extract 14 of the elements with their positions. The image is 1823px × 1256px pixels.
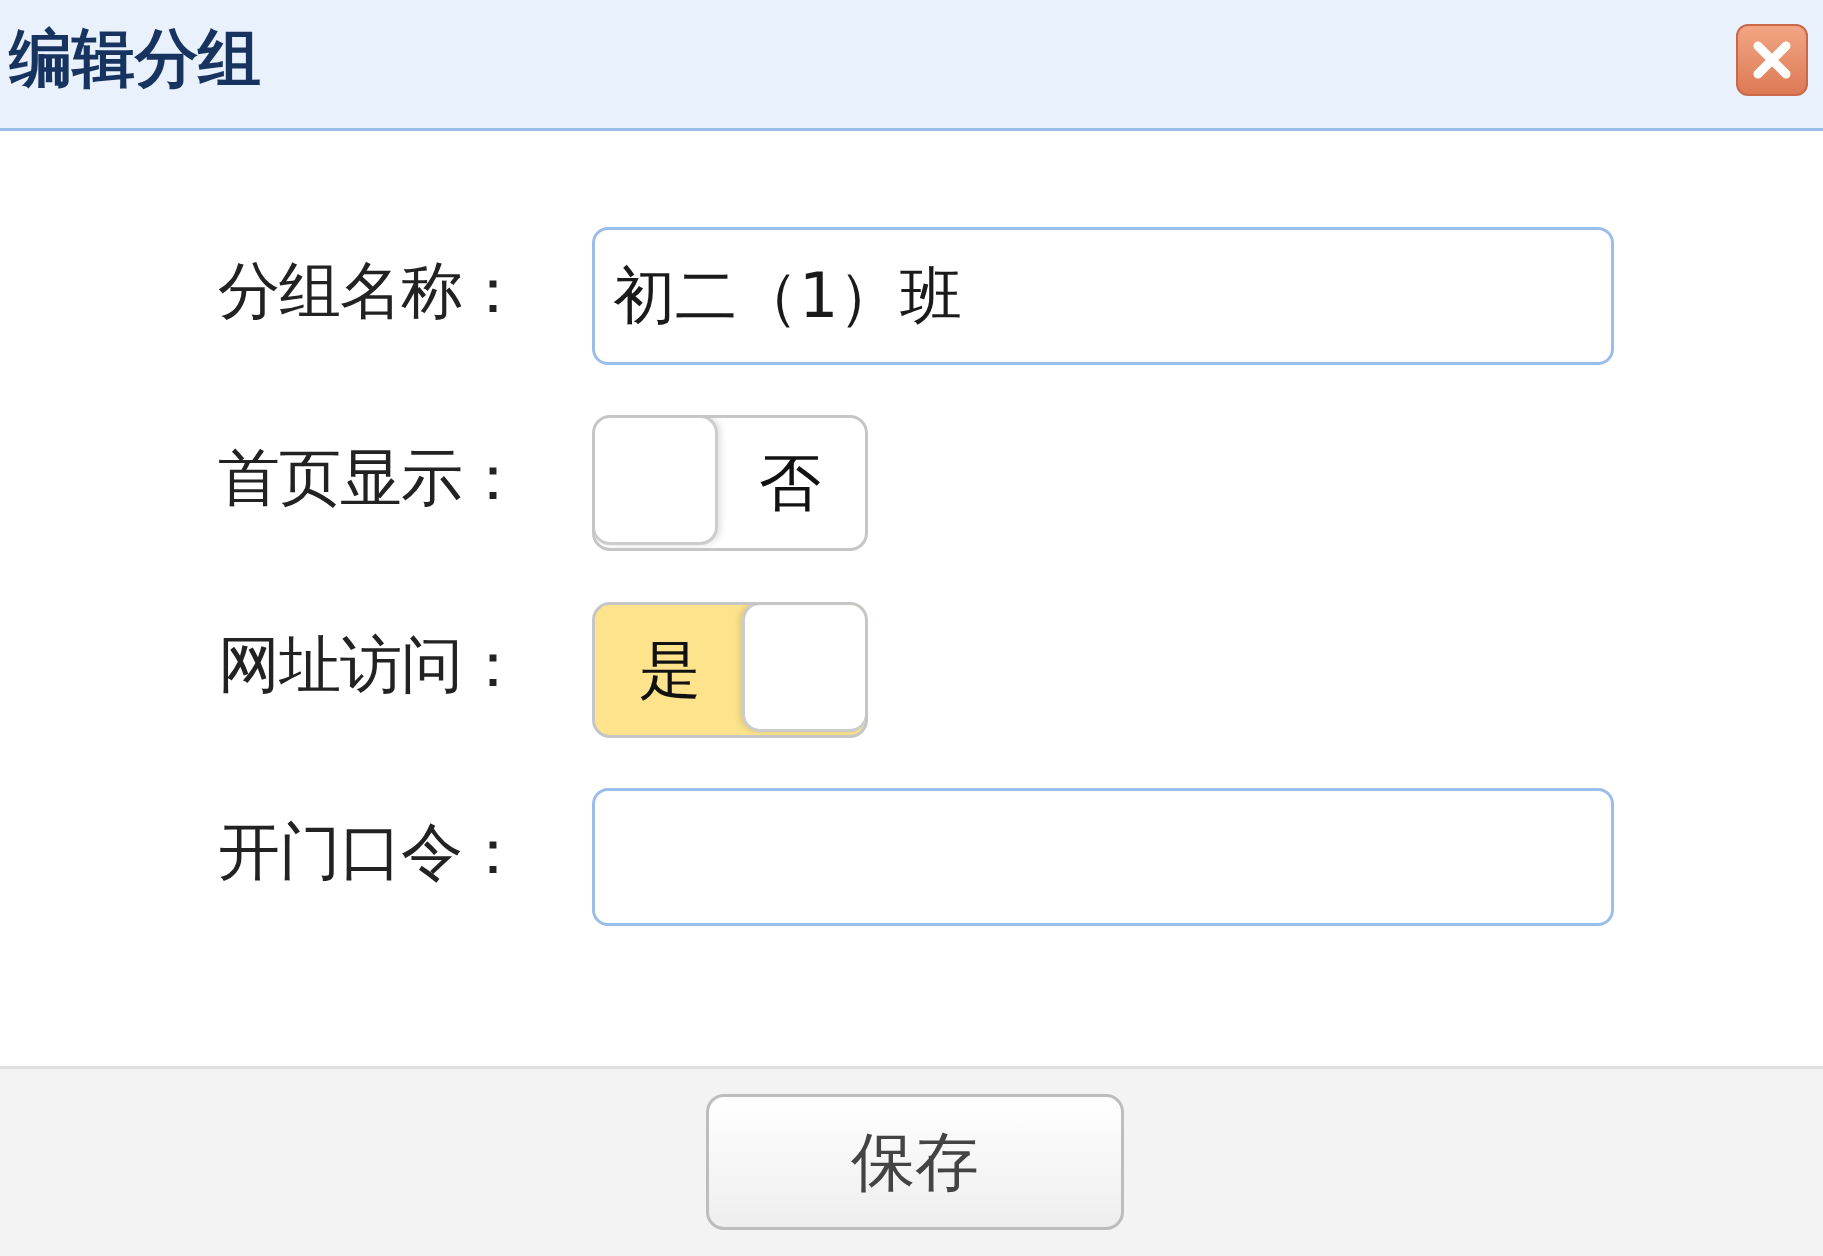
field-label: 分组名称：	[218, 253, 524, 329]
toggle-switch[interactable]: 是	[592, 602, 868, 738]
close-icon	[1752, 40, 1792, 80]
switch-thumb[interactable]	[742, 605, 865, 732]
toggle-switch[interactable]: 否	[592, 415, 868, 551]
field-label: 网址访问：	[218, 627, 524, 703]
field-label: 开门口令：	[218, 814, 524, 890]
dialog-title: 编辑分组	[9, 21, 261, 97]
text-input[interactable]: 初二（1）班	[592, 227, 1614, 365]
field-label: 首页显示：	[218, 440, 524, 516]
switch-thumb[interactable]	[595, 418, 718, 545]
save-button[interactable]: 保存	[705, 1094, 1124, 1230]
text-input[interactable]	[592, 788, 1614, 926]
close-button[interactable]	[1736, 24, 1808, 96]
